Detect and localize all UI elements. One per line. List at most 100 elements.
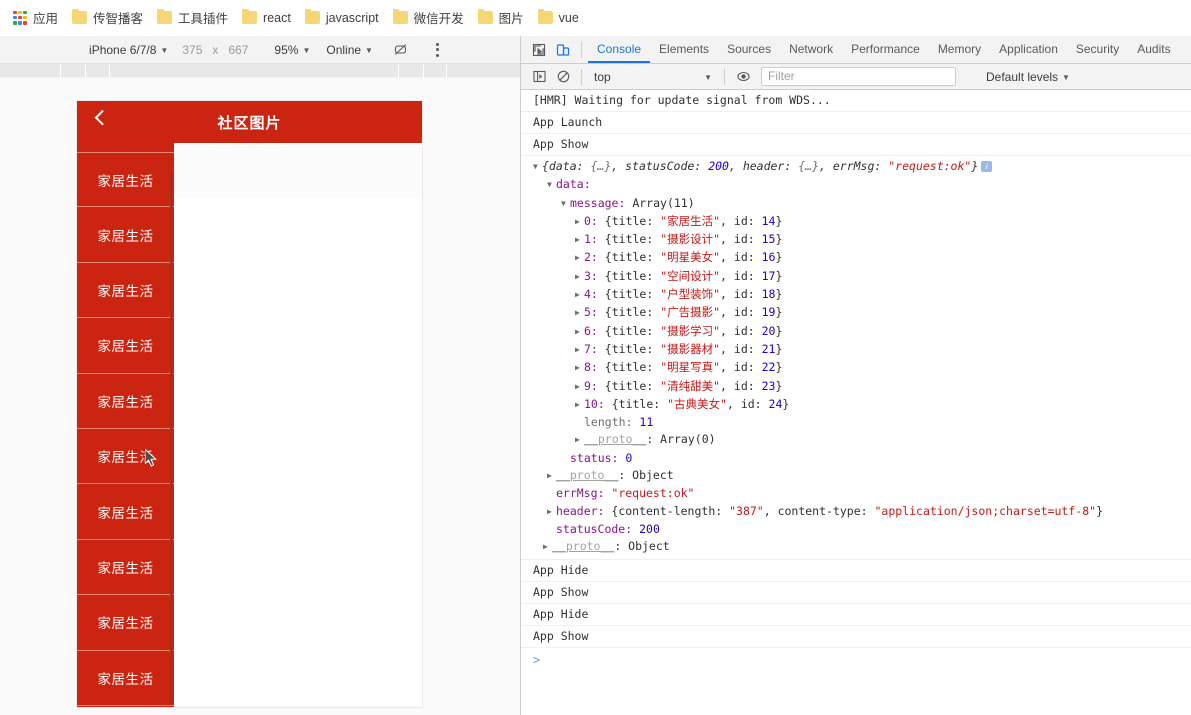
bookmark-item[interactable]: 传智播客 xyxy=(65,6,150,30)
expand-triangle-icon[interactable] xyxy=(575,305,584,320)
data-proto-row[interactable]: __proto__: Object xyxy=(521,467,1191,485)
zoom-select[interactable]: 95% ▼ xyxy=(266,43,318,57)
tab-sources[interactable]: Sources xyxy=(718,36,780,63)
mouse-cursor xyxy=(144,447,159,469)
sidebar-item-category[interactable]: 家居生活 xyxy=(77,595,174,651)
throttling-select[interactable]: Online ▼ xyxy=(318,43,381,57)
content-length-value: "387" xyxy=(729,503,764,518)
root-proto-row[interactable]: __proto__: Object xyxy=(521,538,1191,556)
header-row[interactable]: header: {content-length: "387", content-… xyxy=(521,503,1191,521)
sidebar-item-category[interactable]: 家居生活 xyxy=(77,318,174,374)
expand-triangle-icon[interactable] xyxy=(575,360,584,375)
sidebar-item-category[interactable]: 家居生活 xyxy=(77,152,174,208)
console-object-message[interactable]: {data: {…}, statusCode: 200, header: {…}… xyxy=(521,156,1191,560)
array-item-row[interactable]: 7: {title: "摄影器材", id: 21} xyxy=(521,341,1191,359)
array-item-row[interactable]: 4: {title: "户型装饰", id: 18} xyxy=(521,286,1191,304)
device-toolbar-menu-icon[interactable] xyxy=(435,42,439,57)
expand-triangle-icon[interactable] xyxy=(575,397,584,412)
expand-triangle-icon[interactable] xyxy=(575,287,584,302)
item-mid: , id: xyxy=(720,323,762,338)
tree-node-data[interactable]: data: xyxy=(521,176,1191,194)
tree-node-message[interactable]: message: Array(11) xyxy=(521,195,1191,213)
sidebar-item-label: 家居生活 xyxy=(97,339,154,355)
sidebar-item-category[interactable]: 家居生活 xyxy=(77,374,174,429)
bookmark-apps-label: 应用 xyxy=(33,12,59,26)
clear-console-icon[interactable] xyxy=(551,66,575,88)
array-item-row[interactable]: 3: {title: "空间设计", id: 17} xyxy=(521,268,1191,286)
tab-console[interactable]: Console xyxy=(588,36,650,63)
tab-performance[interactable]: Performance xyxy=(842,36,929,63)
sidebar-item-category[interactable]: 家居生活 xyxy=(77,263,174,319)
category-sidebar[interactable]: 家居生活 家居生活 家居生活 家居生活 家居生活 家居生活 家居生活 家居生活 … xyxy=(77,143,174,707)
live-expression-icon[interactable] xyxy=(731,66,755,88)
expand-triangle-icon[interactable] xyxy=(543,539,552,554)
sidebar-item-category[interactable]: 家居生活 xyxy=(77,429,174,485)
tab-application[interactable]: Application xyxy=(990,36,1067,63)
array-index: 1: xyxy=(584,232,598,247)
viewport-height-input[interactable]: 667 xyxy=(222,43,254,57)
bookmark-item[interactable]: 图片 xyxy=(471,6,531,30)
sidebar-scrollbar[interactable] xyxy=(170,173,173,703)
bookmark-item[interactable]: javascript xyxy=(298,6,386,30)
expand-triangle-icon[interactable] xyxy=(561,196,570,211)
console-toolbar-divider xyxy=(581,68,582,85)
array-item-row[interactable]: 2: {title: "明星美女", id: 16} xyxy=(521,249,1191,267)
tab-memory[interactable]: Memory xyxy=(929,36,990,63)
item-id: 17 xyxy=(761,268,776,283)
expand-triangle-icon[interactable] xyxy=(575,324,584,339)
content-placeholder xyxy=(174,143,422,197)
tab-network[interactable]: Network xyxy=(780,36,842,63)
array-item-row[interactable]: 8: {title: "明星写真", id: 22} xyxy=(521,359,1191,377)
array-item-row[interactable]: 9: {title: "清纯甜美", id: 23} xyxy=(521,378,1191,396)
console-sidebar-icon[interactable] xyxy=(527,66,551,88)
expand-triangle-icon[interactable] xyxy=(575,269,584,284)
bookmark-apps[interactable]: 应用 xyxy=(6,6,65,30)
tab-security[interactable]: Security xyxy=(1067,36,1128,63)
tab-audits[interactable]: Audits xyxy=(1128,36,1179,63)
rotate-icon[interactable] xyxy=(393,42,408,57)
expand-triangle-icon[interactable] xyxy=(547,468,556,483)
folder-icon xyxy=(72,8,88,24)
device-select[interactable]: iPhone 6/7/8 ▼ xyxy=(81,43,176,57)
console-input-prompt[interactable]: > xyxy=(521,648,1191,667)
bookmark-item[interactable]: 工具插件 xyxy=(150,6,235,30)
viewport-width-input[interactable]: 375 xyxy=(176,43,208,57)
execution-context-select[interactable]: top ▼ xyxy=(588,67,718,86)
expand-triangle-icon[interactable] xyxy=(575,342,584,357)
console-filter-input[interactable]: Filter xyxy=(761,67,956,86)
sidebar-item-category[interactable]: 家居生活 xyxy=(77,540,174,596)
tab-elements[interactable]: Elements xyxy=(650,36,718,63)
item-id: 24 xyxy=(768,396,783,411)
sidebar-item-category[interactable]: 家居生活 xyxy=(77,207,174,263)
item-id: 20 xyxy=(761,323,776,338)
object-summary-row[interactable]: {data: {…}, statusCode: 200, header: {…}… xyxy=(521,158,1191,176)
array-item-row[interactable]: 5: {title: "广告摄影", id: 19} xyxy=(521,304,1191,322)
array-item-row[interactable]: 1: {title: "摄影设计", id: 15} xyxy=(521,231,1191,249)
sidebar-item-category[interactable]: 家居生活 xyxy=(77,484,174,540)
bookmark-item[interactable]: vue xyxy=(531,6,586,30)
console-output[interactable]: [HMR] Waiting for update signal from WDS… xyxy=(521,90,1191,715)
item-title: "空间设计" xyxy=(660,268,721,283)
expand-triangle-icon[interactable] xyxy=(575,232,584,247)
expand-triangle-icon[interactable] xyxy=(575,250,584,265)
expand-triangle-icon[interactable] xyxy=(533,159,542,174)
expand-triangle-icon[interactable] xyxy=(575,432,584,447)
expand-triangle-icon[interactable] xyxy=(575,214,584,229)
array-index: 8: xyxy=(584,360,598,375)
array-item-row[interactable]: 10: {title: "古典美女", id: 24} xyxy=(521,396,1191,414)
inspect-element-icon[interactable] xyxy=(527,39,551,61)
expand-triangle-icon[interactable] xyxy=(547,177,556,192)
array-item-row[interactable]: 6: {title: "摄影学习", id: 20} xyxy=(521,323,1191,341)
array-index: 4: xyxy=(584,287,598,302)
device-toolbar-icon[interactable] xyxy=(551,39,575,61)
array-item-row[interactable]: 0: {title: "家居生活", id: 14} xyxy=(521,213,1191,231)
bookmark-item[interactable]: 微信开发 xyxy=(386,6,471,30)
bookmark-item[interactable]: react xyxy=(235,6,298,30)
expand-triangle-icon[interactable] xyxy=(547,504,556,519)
expand-triangle-icon[interactable] xyxy=(575,379,584,394)
info-badge-icon[interactable]: i xyxy=(981,161,993,172)
array-proto-row[interactable]: __proto__: Array(0) xyxy=(521,431,1191,449)
item-id: 18 xyxy=(761,287,776,302)
log-levels-select[interactable]: Default levels ▼ xyxy=(986,70,1070,84)
sidebar-item-category[interactable]: 家居生活 xyxy=(77,651,174,706)
